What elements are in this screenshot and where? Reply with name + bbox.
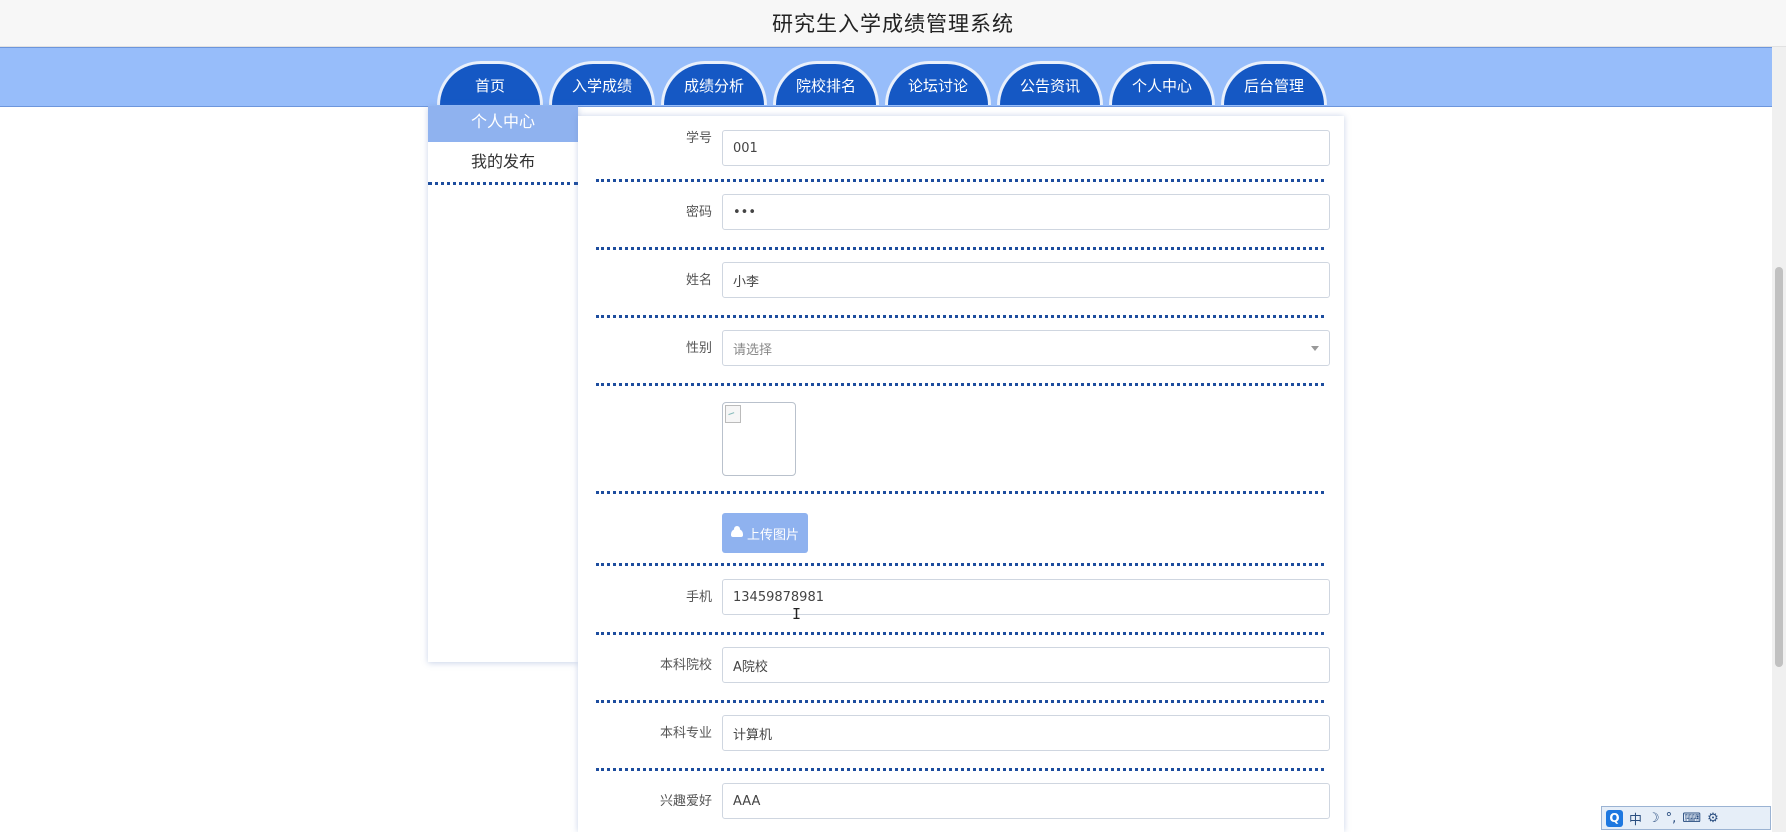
password-label: 密码 — [685, 205, 712, 220]
gender-label: 性别 — [685, 341, 712, 356]
hobby-value: AAA — [733, 793, 761, 809]
scrollbar-thumb[interactable] — [1775, 267, 1783, 667]
chevron-down-icon — [1311, 346, 1319, 351]
phone-value: 13459878981 — [733, 589, 824, 605]
ime-settings-icon[interactable]: ⚙ — [1707, 811, 1719, 826]
ime-logo-icon[interactable]: Q — [1606, 809, 1623, 827]
gender-select[interactable]: 请选择 — [722, 330, 1330, 366]
site-title: 研究生入学成绩管理系统 — [772, 12, 1014, 36]
form-row-name: 姓名 小李 — [596, 250, 1330, 318]
student-id-input[interactable]: 001 — [722, 130, 1330, 166]
profile-form: 学号 001 密码 ••• 姓名 小李 性别 请选择 上传图片 手机 13459… — [578, 116, 1344, 832]
text-cursor-icon: I — [792, 605, 802, 623]
gender-placeholder: 请选择 — [733, 342, 773, 358]
ime-toolbar: Q 中 ☽ °, ⌨ ⚙ — [1601, 806, 1771, 830]
undergrad-school-label: 本科院校 — [659, 658, 712, 673]
undergrad-school-input[interactable]: A院校 — [722, 647, 1330, 683]
undergrad-major-input[interactable]: 计算机 — [722, 715, 1330, 751]
form-row-student-id: 学号 001 — [596, 116, 1330, 182]
ime-keyboard-icon[interactable]: ⌨ — [1682, 811, 1701, 826]
nav-tab-personal-center[interactable]: 个人中心 — [1109, 61, 1215, 105]
sidebar-item-my-posts[interactable]: 我的发布 — [428, 142, 578, 185]
phone-label: 手机 — [685, 590, 712, 605]
nav-tab-forum[interactable]: 论坛讨论 — [885, 61, 991, 105]
form-row-phone: 手机 13459878981 — [596, 566, 1330, 635]
cloud-upload-icon — [730, 526, 743, 537]
nav-tabs: 首页 入学成绩 成绩分析 院校排名 论坛讨论 公告资讯 个人中心 后台管理 — [437, 61, 1327, 107]
upload-image-button[interactable]: 上传图片 — [722, 513, 808, 553]
name-input[interactable]: 小李 — [722, 262, 1330, 298]
ime-chinese-mode[interactable]: 中 — [1629, 809, 1642, 828]
name-value: 小李 — [733, 274, 760, 290]
undergrad-school-value: A院校 — [733, 659, 768, 675]
nav-tab-school-ranking[interactable]: 院校排名 — [773, 61, 879, 105]
name-label: 姓名 — [685, 273, 712, 288]
avatar-preview — [722, 402, 796, 476]
broken-image-icon — [725, 405, 741, 423]
form-row-gender: 性别 请选择 — [596, 318, 1330, 386]
nav-tab-admin[interactable]: 后台管理 — [1221, 61, 1327, 105]
password-input[interactable]: ••• — [722, 194, 1330, 230]
sidebar: 个人中心 我的发布 — [428, 106, 578, 662]
student-id-label: 学号 — [685, 131, 712, 146]
site-header: 研究生入学成绩管理系统 — [0, 0, 1786, 47]
ime-moon-icon[interactable]: ☽ — [1648, 811, 1660, 826]
form-row-undergrad-school: 本科院校 A院校 — [596, 635, 1330, 703]
form-row-upload: 上传图片 — [596, 494, 1324, 566]
undergrad-major-label: 本科专业 — [659, 726, 712, 741]
form-row-avatar — [596, 386, 1324, 494]
nav-tab-admission-scores[interactable]: 入学成绩 — [549, 61, 655, 105]
phone-input[interactable]: 13459878981 — [722, 579, 1330, 615]
hobby-label: 兴趣爱好 — [659, 794, 712, 809]
page-scrollbar[interactable] — [1772, 47, 1786, 832]
undergrad-major-value: 计算机 — [733, 727, 773, 743]
ime-punctuation-icon[interactable]: °, — [1666, 811, 1677, 826]
upload-button-label: 上传图片 — [746, 527, 799, 543]
nav-tab-score-analysis[interactable]: 成绩分析 — [661, 61, 767, 105]
hobby-input[interactable]: AAA — [722, 783, 1330, 819]
main-nav: 首页 入学成绩 成绩分析 院校排名 论坛讨论 公告资讯 个人中心 后台管理 — [0, 47, 1772, 107]
form-row-hobby: 兴趣爱好 AAA — [596, 771, 1330, 832]
form-row-password: 密码 ••• — [596, 182, 1330, 250]
student-id-value: 001 — [733, 140, 758, 156]
form-row-undergrad-major: 本科专业 计算机 — [596, 703, 1330, 771]
nav-tab-announcements[interactable]: 公告资讯 — [997, 61, 1103, 105]
password-value: ••• — [733, 204, 757, 220]
sidebar-item-personal-center[interactable]: 个人中心 — [428, 106, 578, 142]
nav-tab-home[interactable]: 首页 — [437, 61, 543, 105]
